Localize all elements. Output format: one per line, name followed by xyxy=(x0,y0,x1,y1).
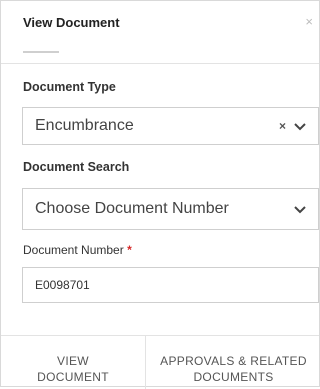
document-search-select[interactable]: Choose Document Number xyxy=(22,188,319,230)
dialog-footer: VIEW DOCUMENT APPROVALS & RELATED DOCUME… xyxy=(1,335,319,389)
document-type-value: Encumbrance xyxy=(35,117,134,134)
document-search-placeholder: Choose Document Number xyxy=(35,200,229,217)
dialog-title: View Document xyxy=(23,15,120,30)
dialog-header: View Document × xyxy=(1,1,319,64)
approvals-related-documents-button[interactable]: APPROVALS & RELATED DOCUMENTS xyxy=(146,336,320,389)
chevron-down-icon[interactable] xyxy=(294,201,306,217)
clear-icon[interactable]: × xyxy=(279,119,286,133)
view-document-panel: View Document × Document Type Encumbranc… xyxy=(0,0,320,389)
chevron-down-icon[interactable] xyxy=(294,118,306,134)
required-indicator: * xyxy=(127,243,132,257)
view-document-label: VIEW DOCUMENT xyxy=(37,353,109,384)
document-number-value: E0098701 xyxy=(35,278,90,292)
document-search-label: Document Search xyxy=(23,160,130,174)
document-number-input[interactable]: E0098701 xyxy=(22,267,319,303)
title-underline xyxy=(23,51,59,53)
view-document-button[interactable]: VIEW DOCUMENT xyxy=(1,336,146,389)
document-type-label: Document Type xyxy=(23,80,116,94)
document-number-label-text: Document Number xyxy=(23,243,124,257)
close-icon[interactable]: × xyxy=(305,15,313,28)
document-number-label: Document Number * xyxy=(23,243,132,257)
approvals-label: APPROVALS & RELATED DOCUMENTS xyxy=(160,353,307,384)
document-type-select[interactable]: Encumbrance × xyxy=(22,107,319,145)
